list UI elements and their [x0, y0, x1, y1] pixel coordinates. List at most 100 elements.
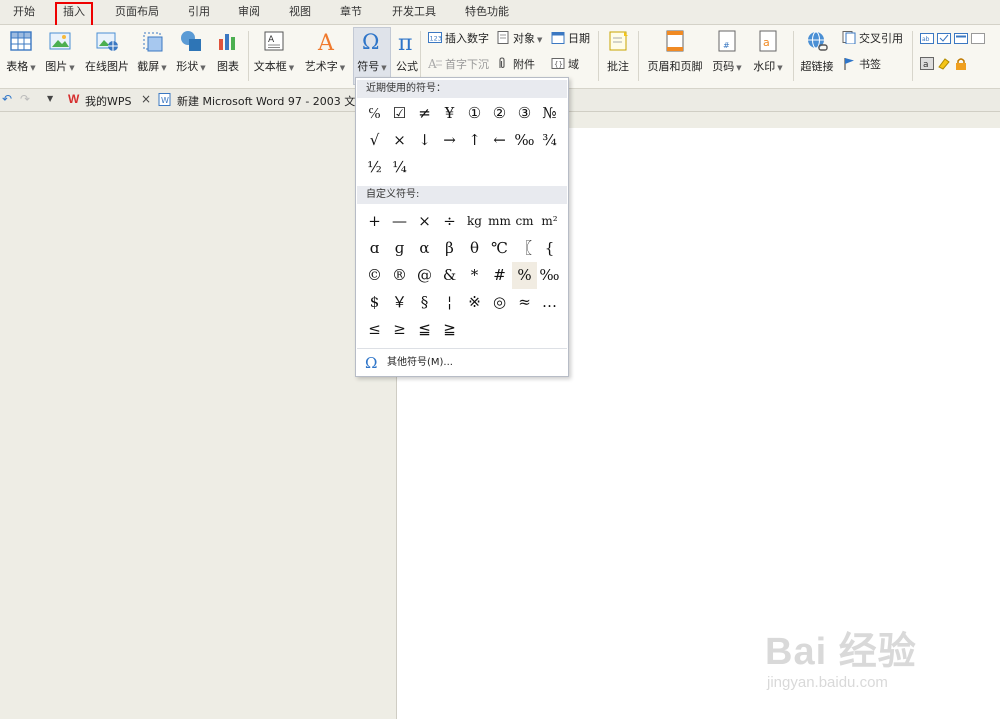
recent-symbol[interactable]: ℅ [362, 100, 387, 127]
custom-symbol[interactable]: & [437, 262, 462, 289]
field-button[interactable]: {} 域 [551, 56, 579, 74]
custom-symbol[interactable]: cm [512, 208, 537, 235]
wordart-button[interactable]: A 艺术字 ▼ [301, 29, 349, 74]
eraser-icon[interactable] [937, 57, 951, 70]
recent-symbol[interactable]: ↓ [412, 127, 437, 154]
recent-symbol[interactable]: √ [362, 127, 387, 154]
custom-symbol[interactable]: ≥ [387, 316, 412, 343]
bookmark-button[interactable]: 书签 [842, 56, 881, 74]
custom-symbol[interactable]: ÷ [437, 208, 462, 235]
custom-symbol[interactable]: § [412, 289, 437, 316]
custom-symbol[interactable]: kg [462, 208, 487, 235]
tab-review[interactable]: 审阅 [230, 0, 268, 24]
custom-symbol[interactable]: $ [362, 289, 387, 316]
table-button[interactable]: 表格 ▼ [2, 29, 40, 74]
online-picture-button[interactable]: 在线图片 [82, 29, 132, 74]
page-number-button[interactable]: # 页码 ▼ [708, 29, 746, 74]
custom-symbol[interactable]: mm [487, 208, 512, 235]
recent-symbol[interactable]: ↑ [462, 127, 487, 154]
symbol-button[interactable]: Ω 符号 ▼ [354, 29, 390, 74]
tab-home[interactable]: 开始 [3, 0, 45, 24]
tab-view[interactable]: 视图 [281, 0, 319, 24]
custom-symbol[interactable]: { [537, 235, 562, 262]
recent-symbol[interactable]: ≠ [412, 100, 437, 127]
custom-symbol[interactable]: β [437, 235, 462, 262]
date-button[interactable]: 日期 [551, 30, 590, 48]
recent-symbol[interactable]: ¥ [437, 100, 462, 127]
custom-symbol[interactable]: ‰ [537, 262, 562, 289]
custom-symbol[interactable]: m² [537, 208, 562, 235]
tab-chapter[interactable]: 章节 [332, 0, 370, 24]
drop-cap-button[interactable]: A 首字下沉 [427, 56, 489, 74]
recent-symbol[interactable]: ¼ [387, 154, 412, 181]
custom-symbol[interactable]: ◎ [487, 289, 512, 316]
recent-symbol[interactable]: ③ [512, 100, 537, 127]
frame-form-icon[interactable] [971, 32, 985, 45]
custom-symbol[interactable]: … [537, 289, 562, 316]
tab-page-layout[interactable]: 页面布局 [108, 0, 166, 24]
custom-symbol[interactable]: × [412, 208, 437, 235]
undo-icon[interactable]: ↶ [2, 92, 12, 106]
recent-symbol[interactable]: ‰ [512, 127, 537, 154]
formula-button[interactable]: π 公式 [394, 29, 420, 74]
textfield-form-icon[interactable]: ab [920, 32, 934, 45]
cross-reference-button[interactable]: 交叉引用 [842, 30, 903, 48]
shape-button[interactable]: 形状 ▼ [173, 29, 209, 74]
insert-number-button[interactable]: 123 插入数字 [428, 30, 489, 48]
custom-symbol[interactable]: ® [387, 262, 412, 289]
form-tools-row[interactable]: a [920, 56, 971, 74]
screenshot-button[interactable]: 截屏 ▼ [134, 29, 170, 74]
custom-symbol[interactable]: α [412, 235, 437, 262]
picture-button[interactable]: 图片 ▼ [42, 29, 78, 74]
recent-symbol[interactable]: × [387, 127, 412, 154]
attachment-button[interactable]: 附件 [496, 56, 535, 74]
custom-symbol[interactable]: ≧ [437, 316, 462, 343]
custom-symbol[interactable]: ≦ [412, 316, 437, 343]
custom-symbol[interactable]: ≤ [362, 316, 387, 343]
custom-symbol[interactable]: % [512, 262, 537, 289]
dropdown-form-icon[interactable] [954, 32, 968, 45]
textbox-button[interactable]: A 文本框 ▼ [251, 29, 297, 74]
custom-symbol[interactable]: @ [412, 262, 437, 289]
recent-symbol[interactable]: ② [487, 100, 512, 127]
recent-symbol[interactable]: → [437, 127, 462, 154]
tab-references[interactable]: 引用 [180, 0, 218, 24]
recent-symbol[interactable]: ☑ [387, 100, 412, 127]
form-shading-icon[interactable]: a [920, 57, 934, 70]
recent-symbol[interactable]: ← [487, 127, 512, 154]
custom-symbol[interactable]: + [362, 208, 387, 235]
recent-symbol[interactable]: ① [462, 100, 487, 127]
custom-symbol[interactable]: ɡ [387, 235, 412, 262]
object-button[interactable]: 对象 ▼ [496, 30, 542, 48]
tab-mywps[interactable]: 我的WPS [85, 93, 132, 109]
custom-symbol[interactable]: ɑ [362, 235, 387, 262]
custom-symbol[interactable]: © [362, 262, 387, 289]
custom-symbol[interactable]: — [387, 208, 412, 235]
custom-symbol[interactable]: ℃ [487, 235, 512, 262]
hyperlink-button[interactable]: 超链接 [797, 29, 837, 74]
recent-symbol[interactable]: ¾ [537, 127, 562, 154]
form-controls-row[interactable]: ab [920, 31, 988, 49]
custom-symbol[interactable]: θ [462, 235, 487, 262]
custom-symbol[interactable]: # [487, 262, 512, 289]
recent-symbol[interactable]: ½ [362, 154, 387, 181]
tab-developer[interactable]: 开发工具 [385, 0, 443, 24]
comment-button[interactable]: 批注 [602, 29, 634, 74]
custom-symbol[interactable]: ≈ [512, 289, 537, 316]
watermark-button[interactable]: a 水印 ▼ [748, 29, 788, 74]
custom-symbol[interactable]: ¦ [437, 289, 462, 316]
lock-icon[interactable] [954, 57, 968, 70]
close-tab-icon[interactable]: × [141, 92, 151, 106]
header-footer-button[interactable]: 页眉和页脚 [644, 29, 706, 74]
custom-symbol[interactable]: * [462, 262, 487, 289]
more-symbols-item[interactable]: Ω 其他符号(M)... [357, 348, 567, 376]
recent-symbol[interactable]: № [537, 100, 562, 127]
checkbox-form-icon[interactable] [937, 32, 951, 45]
tab-special[interactable]: 特色功能 [458, 0, 516, 24]
redo-icon[interactable]: ↷ [20, 92, 30, 106]
chart-button[interactable]: 图表 [212, 29, 244, 74]
custom-symbol[interactable]: 〖 [512, 235, 537, 262]
custom-symbol[interactable]: ￥ [387, 289, 412, 316]
custom-symbol[interactable]: ※ [462, 289, 487, 316]
tab-list-dropdown-icon[interactable]: ▼ [47, 94, 53, 103]
